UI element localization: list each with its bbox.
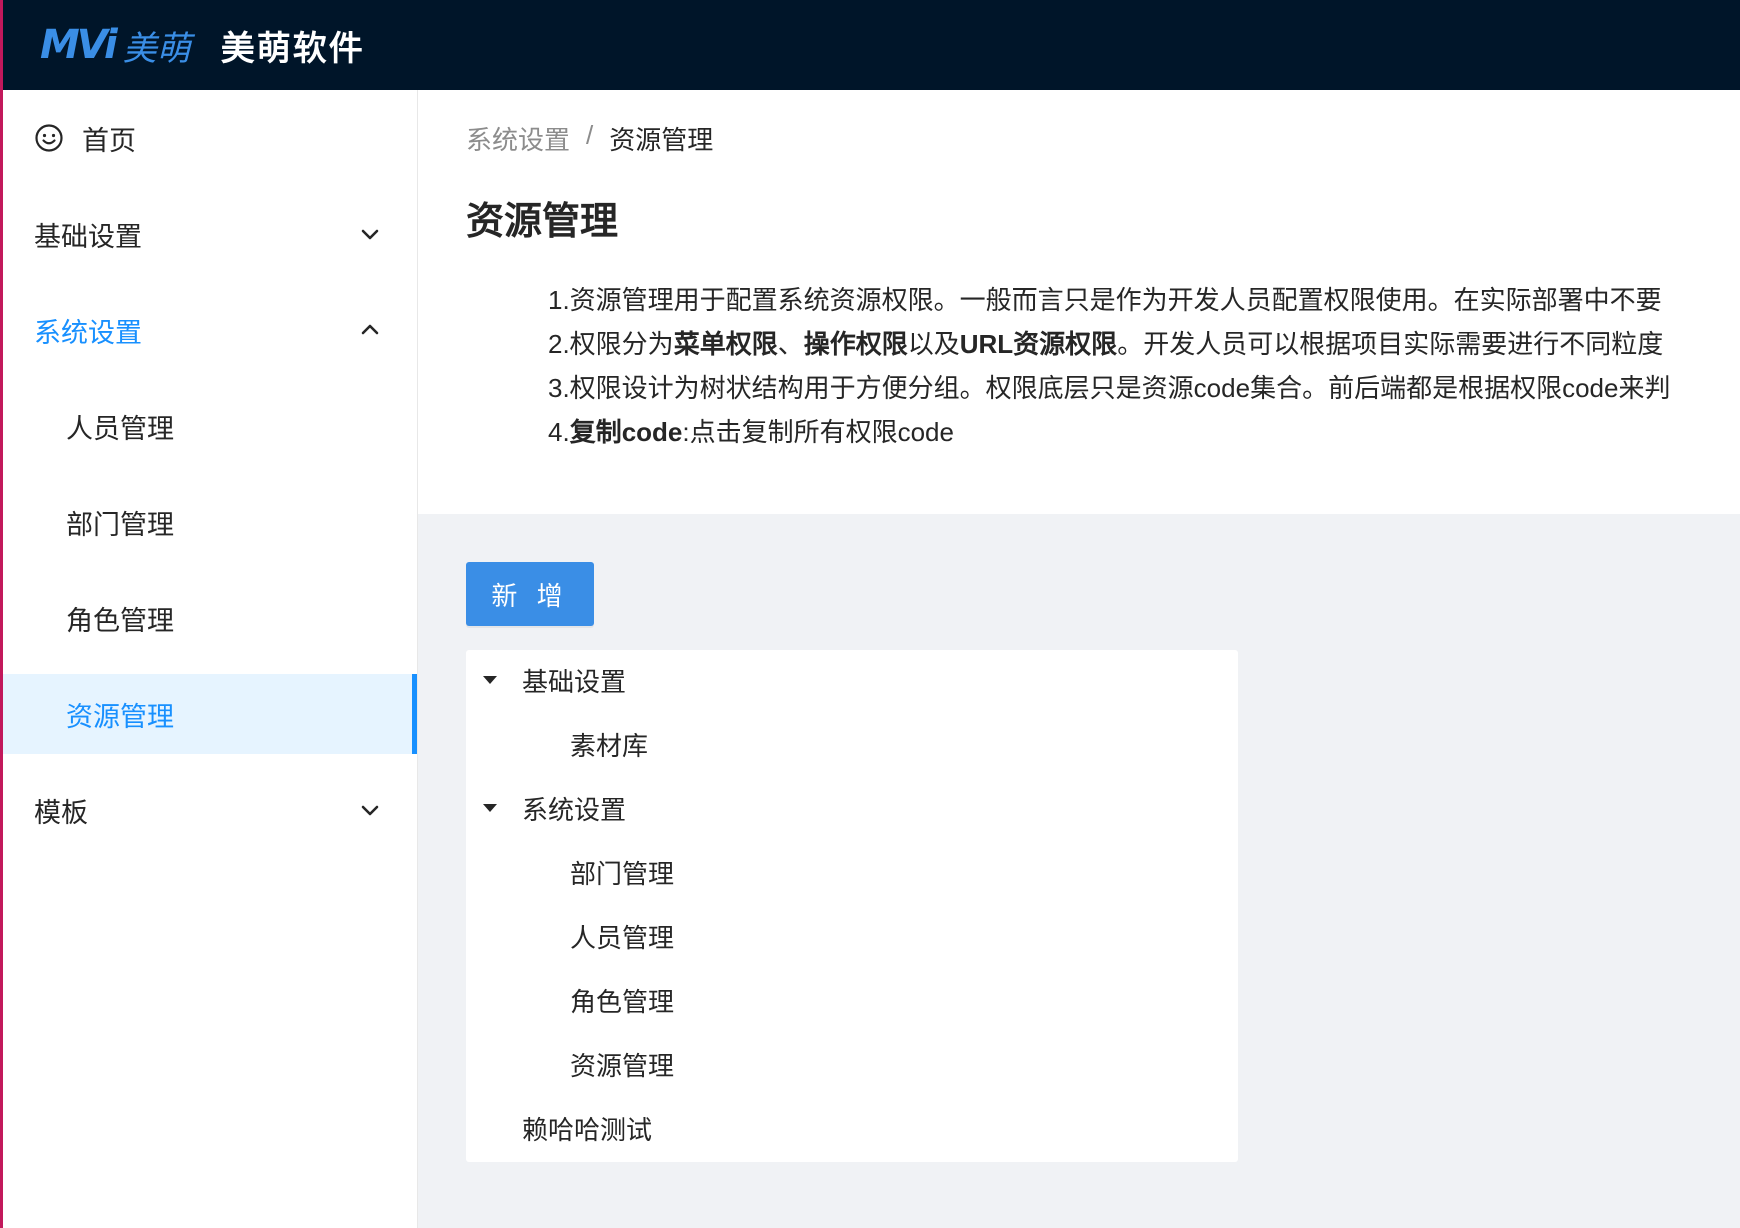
caret-down-icon[interactable] <box>482 674 498 686</box>
sidebar-item-label: 部门管理 <box>66 509 174 540</box>
sidebar-item-label: 模板 <box>34 797 88 828</box>
app-title: 美萌软件 <box>220 29 365 68</box>
sidebar: 首页 基础设置 系统设置 人员管理 部门管理 角色管理 资源管理 模板 <box>0 90 418 1228</box>
sidebar-item-label: 人员管理 <box>66 413 174 444</box>
breadcrumb: 系统设置 / 资源管理 <box>466 120 713 157</box>
breadcrumb-current: 资源管理 <box>609 125 714 155</box>
description-line: 1.资源管理用于配置系统资源权限。一般而言只是作为开发人员配置权限使用。在实际部… <box>548 285 1662 315</box>
breadcrumb-separator: / <box>586 120 594 150</box>
sidebar-item-departments[interactable]: 部门管理 <box>0 482 417 562</box>
caret-down-icon[interactable] <box>482 802 498 814</box>
sidebar-item-users[interactable]: 人员管理 <box>0 386 417 466</box>
logo-mark: MVi <box>40 22 118 68</box>
sidebar-item-roles[interactable]: 角色管理 <box>0 578 417 658</box>
logo[interactable]: MVi 美萌 <box>40 21 191 70</box>
description-line: 2.权限分为菜单权限、操作权限以及URL资源权限。开发人员可以根据项目实际需要进… <box>548 329 1664 359</box>
sidebar-item-label: 系统设置 <box>34 317 142 348</box>
sidebar-item-system-settings[interactable]: 系统设置 <box>0 290 417 370</box>
sidebar-item-label: 角色管理 <box>66 605 174 636</box>
sidebar-item-resources[interactable]: 资源管理 <box>0 674 417 754</box>
tree-node[interactable]: 素材库 <box>570 724 648 764</box>
resource-tree: 基础设置 素材库 系统设置 部门管理 人员管理 角色管理 资源管理 赖哈哈测试 <box>466 650 1238 1162</box>
logo-text: 美萌 <box>122 29 191 68</box>
page-header: 系统设置 / 资源管理 资源管理 1.资源管理用于配置系统资源权限。一般而言只是… <box>418 90 1740 514</box>
sidebar-item-label: 基础设置 <box>34 221 142 252</box>
sidebar-item-templates[interactable]: 模板 <box>0 770 417 850</box>
tree-node[interactable]: 人员管理 <box>570 916 674 956</box>
sidebar-item-label: 首页 <box>82 125 136 156</box>
description-line: 3.权限设计为树状结构用于方便分组。权限底层只是资源code集合。前后端都是根据… <box>548 373 1671 403</box>
tree-node[interactable]: 基础设置 <box>522 660 626 700</box>
tree-node[interactable]: 部门管理 <box>570 852 674 892</box>
chevron-down-icon <box>361 229 379 240</box>
page-title: 资源管理 <box>466 201 619 243</box>
smile-icon <box>34 123 64 153</box>
chevron-up-icon <box>361 324 379 335</box>
tree-node[interactable]: 资源管理 <box>570 1044 674 1084</box>
sidebar-item-basic-settings[interactable]: 基础设置 <box>0 194 417 274</box>
sidebar-item-label: 资源管理 <box>66 701 174 732</box>
breadcrumb-link[interactable]: 系统设置 <box>466 120 570 157</box>
tree-node[interactable]: 系统设置 <box>522 788 626 828</box>
description: 1.资源管理用于配置系统资源权限。一般而言只是作为开发人员配置权限使用。在实际部… <box>548 278 1740 454</box>
tree-node[interactable]: 赖哈哈测试 <box>522 1108 652 1148</box>
top-header: MVi 美萌 美萌软件 <box>0 0 1740 90</box>
window-edge <box>0 0 3 1228</box>
chevron-down-icon <box>361 805 379 816</box>
tree-node[interactable]: 角色管理 <box>570 980 674 1020</box>
add-button[interactable]: 新 增 <box>466 562 594 626</box>
description-line: 4.复制code:点击复制所有权限code <box>548 417 954 447</box>
sidebar-item-home[interactable]: 首页 <box>0 98 417 178</box>
